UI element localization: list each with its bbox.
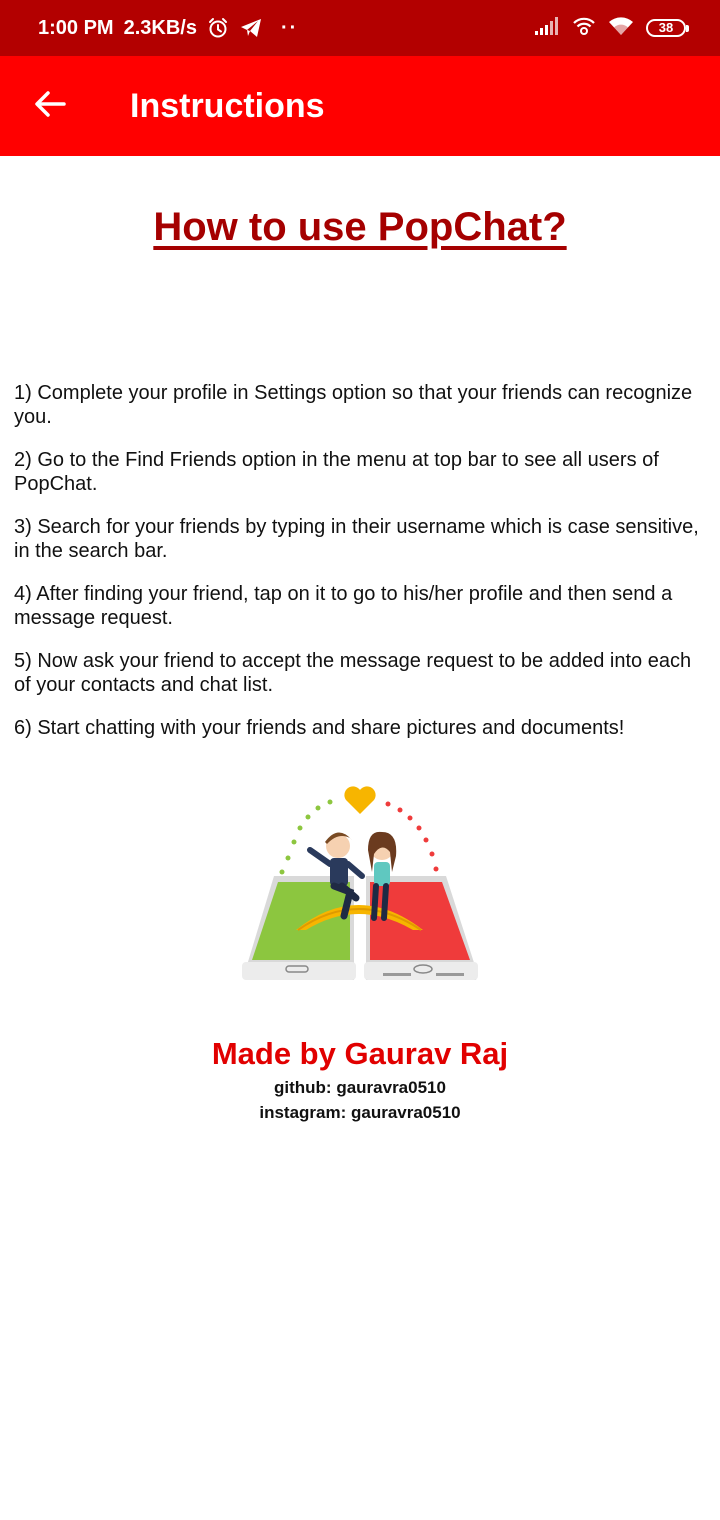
battery-icon: 38 [646, 19, 689, 37]
status-bar: 1:00 PM 2.3KB/s ·· 38 [0, 0, 720, 56]
hotspot-wifi-icon [572, 15, 596, 42]
instruction-step-6: 6) Start chatting with your friends and … [14, 717, 625, 739]
instructions-heading: How to use PopChat? [153, 205, 567, 249]
couple-phones-illustration [238, 780, 482, 986]
made-by-credit: Made by Gaurav Raj [211, 1036, 509, 1071]
network-speed: 2.3KB/s [123, 16, 197, 39]
page-title: Instructions [130, 87, 325, 125]
instruction-list: 1) Complete your profile in Settings opt… [14, 381, 704, 759]
wifi-icon [608, 15, 634, 42]
instagram-handle: instagram: gauravra0510 [259, 1103, 461, 1122]
github-handle: github: gauravra0510 [274, 1078, 446, 1097]
alarm-icon [207, 17, 229, 39]
notification-dots: ·· [280, 16, 299, 39]
status-time: 1:00 PM [38, 16, 114, 39]
back-button[interactable] [22, 81, 78, 131]
arrow-left-icon [34, 90, 66, 123]
instruction-step-2: 2) Go to the Find Friends option in the … [14, 449, 659, 495]
app-bar: Instructions [0, 56, 720, 156]
telegram-icon [239, 17, 263, 39]
instruction-step-1: 1) Complete your profile in Settings opt… [14, 382, 693, 428]
instruction-step-5: 5) Now ask your friend to accept the mes… [14, 650, 692, 696]
signal-icon [534, 16, 560, 41]
instruction-step-3: 3) Search for your friends by typing in … [14, 516, 699, 562]
instruction-step-4: 4) After finding your friend, tap on it … [14, 583, 673, 629]
